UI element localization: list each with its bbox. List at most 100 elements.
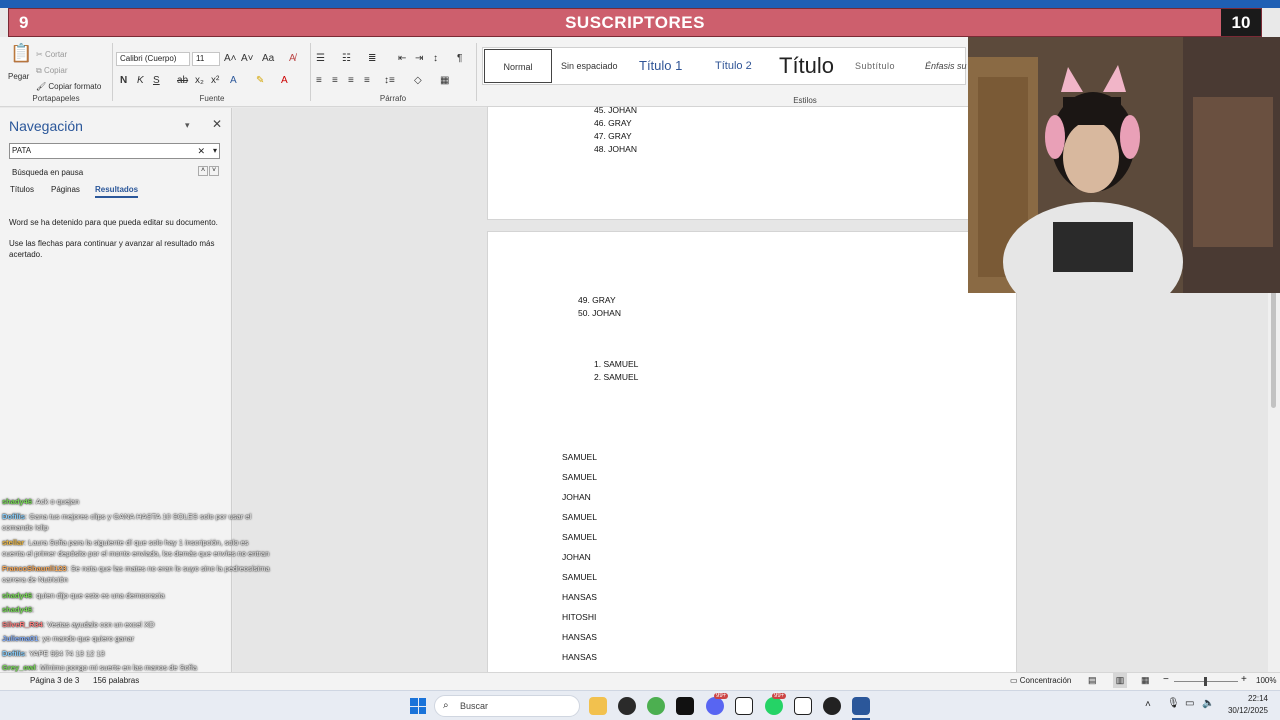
word-icon[interactable] [852,697,870,715]
decrease-indent-icon[interactable]: ⇤ [398,53,406,65]
paste-button[interactable]: Pegar [8,72,29,81]
page-count[interactable]: Página 3 de 3 [30,676,79,685]
read-mode-icon[interactable]: ▤ [1088,675,1097,686]
name-line[interactable]: HANSAS [562,652,597,662]
chevron-up-icon[interactable]: ˄ [1145,699,1151,710]
windows-start-icon[interactable] [410,698,426,714]
highlight-icon[interactable]: ✎ [256,75,264,87]
zoom-in-icon[interactable]: + [1241,674,1247,685]
bold-icon[interactable]: N [120,75,127,87]
tab-headings[interactable]: Títulos [10,185,34,194]
align-left-icon[interactable]: ≡ [316,75,322,87]
document-page[interactable]: 45. JOHAN 46. GRAY 47. GRAY 48. JOHAN [487,105,1017,220]
subscript-icon[interactable]: x₂ [195,75,204,87]
tab-pages[interactable]: Páginas [51,185,80,194]
shading-icon[interactable]: ◇ [414,75,422,87]
search-input[interactable]: PATA ✕ ▾ [9,143,220,159]
list-item[interactable]: 2. SAMUEL [594,372,638,382]
grow-font-icon[interactable]: A˄ [224,53,237,65]
format-painter-button[interactable]: 🖌 Copiar formato [36,82,101,91]
pilcrow-icon[interactable]: ¶ [457,53,462,65]
bullets-icon[interactable]: ☰ [316,53,325,65]
increase-indent-icon[interactable]: ⇥ [415,53,423,65]
chevron-down-icon[interactable]: ▾ [213,144,217,158]
previous-result-icon[interactable]: ˄ [198,166,208,176]
clock-date[interactable]: 30/12/2025 [1222,706,1268,715]
volume-icon[interactable]: 🔈 [1202,698,1214,709]
next-result-icon[interactable]: ˅ [209,166,219,176]
font-family-select[interactable]: Calibri (Cuerpo) [116,52,190,66]
chrome-icon[interactable] [647,697,665,715]
zoom-slider-thumb[interactable] [1204,677,1207,686]
obs-icon[interactable] [823,697,841,715]
multilevel-list-icon[interactable]: ≣ [368,53,376,65]
name-line[interactable]: SAMUEL [562,452,597,462]
capcut-icon[interactable] [676,697,694,715]
notion-icon[interactable] [735,697,753,715]
list-item[interactable]: 1. SAMUEL [594,359,638,369]
microphone-icon[interactable]: 🎙 [1167,698,1180,709]
style-heading1[interactable]: Título 1 [639,49,682,83]
list-item[interactable]: 46. GRAY [594,118,632,128]
name-line[interactable]: SAMUEL [562,532,597,542]
change-case-button[interactable]: Aa [262,53,274,65]
tab-results[interactable]: Resultados [95,185,139,198]
file-explorer-icon[interactable] [589,697,607,715]
shrink-font-icon[interactable]: A˅ [241,53,254,65]
name-line[interactable]: SAMUEL [562,512,597,522]
word-count[interactable]: 156 palabras [93,676,139,685]
cut-button[interactable]: ✂ Cortar [36,50,67,59]
list-item[interactable]: 48. JOHAN [594,144,637,154]
style-normal[interactable]: Normal [484,49,552,83]
zoom-out-icon[interactable]: − [1163,674,1169,685]
superscript-icon[interactable]: x² [211,75,219,87]
list-item[interactable]: 45. JOHAN [594,105,637,115]
name-line[interactable]: JOHAN [562,552,591,562]
underline-icon[interactable]: S [153,75,160,87]
name-line[interactable]: HANSAS [562,632,597,642]
list-item[interactable]: 49. GRAY [578,295,616,305]
style-title[interactable]: Título [779,49,834,83]
copy-button[interactable]: ⧉ Copiar [36,66,68,76]
justify-icon[interactable]: ≡ [364,75,370,87]
name-line[interactable]: SAMUEL [562,472,597,482]
chevron-down-icon[interactable]: ▾ [185,120,190,131]
clock-time[interactable]: 22:14 [1222,694,1268,703]
paste-icon[interactable]: 📋 [10,44,32,62]
sort-icon[interactable]: ↕ [433,53,438,65]
style-heading2[interactable]: Título 2 [715,49,752,83]
clear-format-icon[interactable]: A̸ [289,53,296,65]
style-subtitle[interactable]: Subtítulo [855,49,895,83]
whatsapp-icon[interactable] [765,697,783,715]
notion-icon[interactable] [794,697,812,715]
web-layout-icon[interactable]: ▦ [1141,675,1150,686]
align-right-icon[interactable]: ≡ [348,75,354,87]
text-effects-icon[interactable]: A [230,75,237,87]
focus-button[interactable]: ▭ Concentración [1010,676,1071,685]
list-item[interactable]: 47. GRAY [594,131,632,141]
font-size-select[interactable]: 11 [192,52,220,66]
line-spacing-icon[interactable]: ↕≡ [384,75,395,87]
document-page[interactable]: 49. GRAY 50. JOHAN 1. SAMUEL 2. SAMUEL S… [487,231,1017,681]
print-layout-icon[interactable]: ▥ [1113,673,1127,688]
clear-icon[interactable]: ✕ [197,144,205,158]
close-icon[interactable]: ✕ [212,117,222,131]
italic-icon[interactable]: K [137,75,144,87]
scrollbar-thumb[interactable] [1271,278,1276,408]
name-line[interactable]: SAMUEL [562,572,597,582]
taskbar-search[interactable]: ⌕ Buscar [434,695,580,717]
name-line[interactable]: HANSAS [562,592,597,602]
strikethrough-icon[interactable]: ab [177,75,188,87]
name-line[interactable]: JOHAN [562,492,591,502]
align-center-icon[interactable]: ≡ [332,75,338,87]
font-color-icon[interactable]: A [281,75,288,87]
network-icon[interactable]: ▭ [1185,698,1194,709]
zoom-level[interactable]: 100% [1256,676,1276,685]
borders-icon[interactable]: ▦ [440,75,449,87]
list-item[interactable]: 50. JOHAN [578,308,621,318]
style-subtle-emphasis[interactable]: Énfasis sutil [925,49,967,83]
discord-icon[interactable] [706,697,724,715]
name-line[interactable]: HITOSHI [562,612,596,622]
style-no-spacing[interactable]: Sin espaciado [561,49,618,83]
numbering-icon[interactable]: ☷ [342,53,351,65]
